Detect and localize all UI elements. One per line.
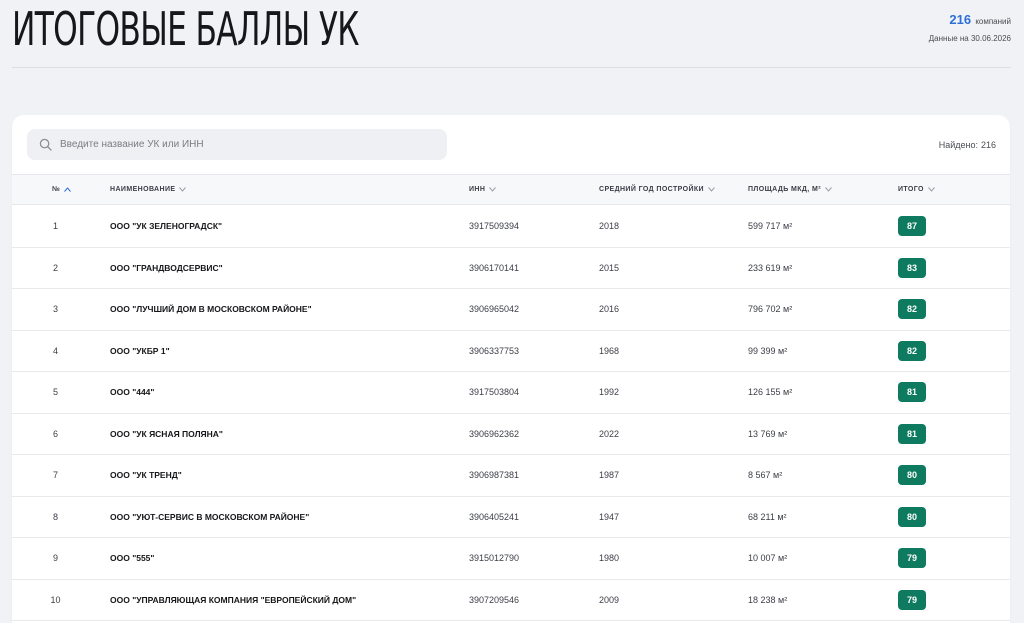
table-row[interactable]: 1 ООО "УК ЗЕЛЕНОГРАДСК" 3917509394 2018 … xyxy=(12,206,1010,248)
building-area: 13 769 м² xyxy=(748,428,788,439)
total-score-badge: 80 xyxy=(898,465,926,485)
building-area: 99 399 м² xyxy=(748,345,788,356)
company-name: ООО "555" xyxy=(110,553,155,563)
building-area: 126 155 м² xyxy=(748,387,793,397)
column-header-name[interactable]: НАИМЕНОВАНИЕ xyxy=(110,186,187,193)
build-year: 1968 xyxy=(599,345,620,356)
total-score-badge: 82 xyxy=(898,299,926,319)
company-name: ООО "444" xyxy=(110,387,155,397)
total-score-badge: 87 xyxy=(898,216,926,236)
table-row[interactable]: 3 ООО "ЛУЧШИЙ ДОМ В МОСКОВСКОМ РАЙОНЕ" 3… xyxy=(12,289,1010,331)
search-input[interactable] xyxy=(60,139,440,150)
company-name: ООО "ГРАНДВОДСЕРВИС" xyxy=(110,262,223,273)
page-title: ИТОГОВЫЕ БАЛЛЫ УК xyxy=(12,2,359,56)
table-row[interactable]: 5 ООО "444" 3917503804 1992 126 155 м² 8… xyxy=(12,372,1010,414)
column-header-num[interactable]: № xyxy=(52,186,72,193)
row-number: 6 xyxy=(52,428,58,439)
company-count-unit: компаний xyxy=(975,17,1011,26)
row-number: 2 xyxy=(52,262,58,273)
table-row[interactable]: 10 ООО "УПРАВЛЯЮЩАЯ КОМПАНИЯ "ЕВРОПЕЙСКИ… xyxy=(12,580,1010,621)
building-area: 68 211 м² xyxy=(748,511,787,522)
company-inn: 3906965042 xyxy=(469,304,520,314)
company-name: ООО "ЛУЧШИЙ ДОМ В МОСКОВСКОМ РАЙОНЕ" xyxy=(110,304,312,314)
company-inn: 3906170141 xyxy=(469,262,520,273)
company-name: ООО "УК ТРЕНД" xyxy=(110,470,182,480)
table-row[interactable]: 2 ООО "ГРАНДВОДСЕРВИС" 3906170141 2015 2… xyxy=(12,248,1010,289)
table-row[interactable]: 9 ООО "555" 3915012790 1980 10 007 м² 79 xyxy=(12,538,1010,580)
building-area: 233 619 м² xyxy=(748,262,793,273)
build-year: 1980 xyxy=(599,553,620,563)
found-counter: Найдено: 216 xyxy=(939,140,996,150)
building-area: 8 567 м² xyxy=(748,470,783,480)
total-score-badge: 81 xyxy=(898,382,926,402)
ratings-table-card: Найдено:216 № НАИМЕНОВАНИЕ ИНН СРЕДНИЙ Г… xyxy=(12,115,1010,623)
found-count: 216 xyxy=(980,140,996,150)
building-area: 599 717 м² xyxy=(748,221,793,231)
company-inn: 3906337753 xyxy=(469,345,520,356)
column-header-area[interactable]: ПЛОЩАДЬ МКД, М² xyxy=(748,186,832,193)
data-date: Данные на 30.06.2026 xyxy=(928,34,1011,43)
row-number: 10 xyxy=(50,594,61,605)
column-header-total[interactable]: ИТОГО xyxy=(898,186,935,193)
column-header-year[interactable]: СРЕДНИЙ ГОД ПОСТРОЙКИ xyxy=(599,186,715,193)
row-number: 9 xyxy=(52,553,58,563)
company-name: ООО "УКБР 1" xyxy=(110,345,170,356)
total-score-badge: 79 xyxy=(898,548,926,568)
build-year: 2009 xyxy=(599,594,620,605)
row-number: 5 xyxy=(52,387,58,397)
page-header: ИТОГОВЫЕ БАЛЛЫ УК 216 компаний Данные на… xyxy=(12,0,1011,68)
row-number: 8 xyxy=(52,511,58,522)
sort-ascending-icon xyxy=(64,187,72,192)
search-box[interactable] xyxy=(27,129,447,160)
row-number: 3 xyxy=(52,304,58,314)
company-name: ООО "УК ЗЕЛЕНОГРАДСК" xyxy=(110,221,223,231)
total-score-badge: 82 xyxy=(898,340,926,361)
found-label: Найдено: xyxy=(938,140,978,150)
row-number: 4 xyxy=(52,345,58,356)
search-icon xyxy=(39,138,52,151)
company-count: 216 xyxy=(949,12,972,27)
build-year: 2016 xyxy=(599,304,620,314)
company-inn: 3906987381 xyxy=(469,470,520,480)
total-score-badge: 81 xyxy=(898,423,926,444)
row-number: 1 xyxy=(52,221,58,231)
building-area: 18 238 м² xyxy=(748,594,788,605)
total-score-badge: 79 xyxy=(898,589,926,610)
company-name: ООО "УПРАВЛЯЮЩАЯ КОМПАНИЯ "ЕВРОПЕЙСКИЙ Д… xyxy=(110,594,357,605)
chevron-down-icon xyxy=(825,187,832,192)
total-score-badge: 83 xyxy=(898,257,926,278)
build-year: 2022 xyxy=(599,428,620,439)
company-inn: 3906405241 xyxy=(469,511,520,522)
table-header: № НАИМЕНОВАНИЕ ИНН СРЕДНИЙ ГОД ПОСТРОЙКИ… xyxy=(12,174,1010,205)
building-area: 10 007 м² xyxy=(748,553,788,563)
company-inn: 3907209546 xyxy=(469,594,520,605)
company-name: ООО "УК ЯСНАЯ ПОЛЯНА" xyxy=(110,428,223,439)
chevron-down-icon xyxy=(489,187,497,192)
row-number: 7 xyxy=(52,470,58,480)
company-inn: 3906962362 xyxy=(469,428,520,439)
table-row[interactable]: 6 ООО "УК ЯСНАЯ ПОЛЯНА" 3906962362 2022 … xyxy=(12,414,1010,455)
chevron-down-icon xyxy=(708,187,715,192)
company-inn: 3917509394 xyxy=(469,221,520,231)
company-inn: 3917503804 xyxy=(469,387,520,397)
build-year: 2015 xyxy=(599,262,620,273)
company-name: ООО "УЮТ-СЕРВИС В МОСКОВСКОМ РАЙОНЕ" xyxy=(110,511,310,522)
build-year: 1947 xyxy=(599,511,620,522)
table-row[interactable]: 4 ООО "УКБР 1" 3906337753 1968 99 399 м²… xyxy=(12,331,1010,372)
chevron-down-icon xyxy=(179,187,187,192)
build-year: 1987 xyxy=(599,470,620,480)
chevron-down-icon xyxy=(928,187,935,192)
stats-block: 216 компаний Данные на 30.06.2026 xyxy=(929,12,1011,43)
table-row[interactable]: 8 ООО "УЮТ-СЕРВИС В МОСКОВСКОМ РАЙОНЕ" 3… xyxy=(12,497,1010,538)
table-row[interactable]: 7 ООО "УК ТРЕНД" 3906987381 1987 8 567 м… xyxy=(12,455,1010,497)
build-year: 1992 xyxy=(599,387,620,397)
total-score-badge: 80 xyxy=(898,506,926,527)
company-inn: 3915012790 xyxy=(469,553,520,563)
building-area: 796 702 м² xyxy=(748,304,793,314)
build-year: 2018 xyxy=(599,221,620,231)
column-header-inn[interactable]: ИНН xyxy=(469,186,497,193)
